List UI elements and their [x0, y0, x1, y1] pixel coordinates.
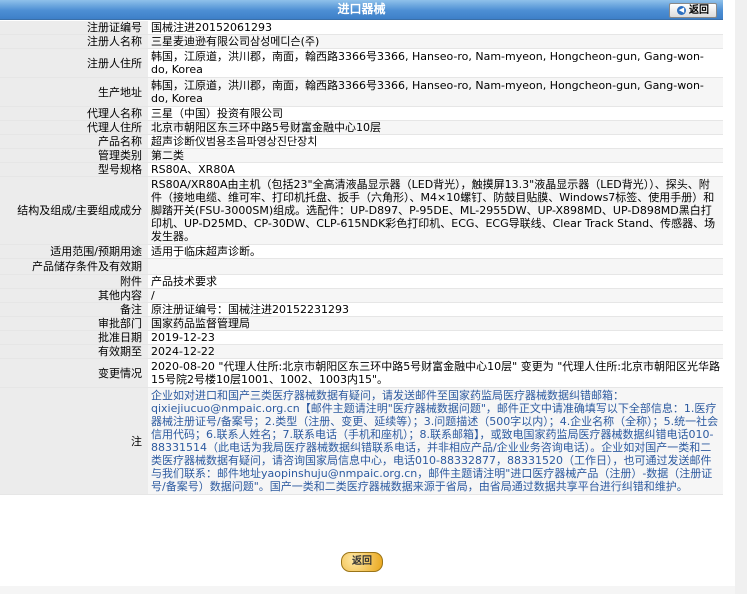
back-button-bottom-label: 返回: [352, 556, 372, 567]
row-management-class: 管理类别 第二类: [0, 148, 723, 163]
back-button-top[interactable]: ◀ 返回: [669, 3, 717, 18]
value-approval-date: 2019-12-23: [148, 330, 723, 345]
label-registrant-address: 注册人住所: [0, 48, 148, 78]
row-structure-composition: 结构及组成/主要组成成分 RS80A/XR80A由主机（包括23"全高清液晶显示…: [0, 176, 723, 245]
row-approval-dept: 审批部门 国家药品监督管理局: [0, 316, 723, 331]
value-remarks: 原注册证编号：国械注进20152231293: [148, 302, 723, 317]
value-model-spec: RS80A、XR80A: [148, 162, 723, 177]
value-note: 企业如对进口和国产三类医疗器械数据有疑问，请发送邮件至国家药监局医疗器械数据纠错…: [148, 387, 723, 495]
row-registrant-name: 注册人名称 三星麦迪逊有限公司삼성메디슨(주): [0, 34, 723, 49]
label-model-spec: 型号规格: [0, 162, 148, 177]
label-agent-address: 代理人住所: [0, 120, 148, 135]
value-agent-address: 北京市朝阳区东三环中路5号财富金融中心10层: [148, 120, 723, 135]
vertical-scrollbar[interactable]: [735, 0, 747, 594]
label-note: 注: [0, 387, 148, 495]
row-registrant-address: 注册人住所 韩国，江原道，洪川郡，南面，翰西路3366号3366, Hanseo…: [0, 48, 723, 78]
row-agent-address: 代理人住所 北京市朝阳区东三环中路5号财富金融中心10层: [0, 120, 723, 135]
row-approval-date: 批准日期 2019-12-23: [0, 330, 723, 345]
back-button-bottom[interactable]: 返回: [341, 552, 383, 572]
label-registration-number: 注册证编号: [0, 21, 148, 35]
row-production-address: 生产地址 韩国，江原道，洪川郡，南面，翰西路3366号3366, Hanseo-…: [0, 77, 723, 107]
label-product-name: 产品名称: [0, 134, 148, 149]
page: 进口器械 ◀ 返回 注册证编号 国械注进20152061293 注册人名称 三星…: [0, 0, 747, 594]
label-change-history: 变更情况: [0, 358, 148, 388]
row-note: 注 企业如对进口和国产三类医疗器械数据有疑问，请发送邮件至国家药监局医疗器械数据…: [0, 387, 723, 495]
value-attachment: 产品技术要求: [148, 274, 723, 289]
label-production-address: 生产地址: [0, 77, 148, 107]
value-product-name: 超声诊断仪범용초음파영상진단장치: [148, 134, 723, 149]
value-change-history: 2020-08-20 "代理人住所:北京市朝阳区东三环中路5号财富金融中心10层…: [148, 358, 723, 388]
label-approval-dept: 审批部门: [0, 316, 148, 331]
value-approval-dept: 国家药品监督管理局: [148, 316, 723, 331]
row-agent-name: 代理人名称 三星（中国）投资有限公司: [0, 106, 723, 121]
row-product-name: 产品名称 超声诊断仪범용초음파영상진단장치: [0, 134, 723, 149]
row-intended-use: 适用范围/预期用途 适用于临床超声诊断。: [0, 244, 723, 259]
label-other-content: 其他内容: [0, 288, 148, 303]
page-title: 进口器械: [337, 2, 386, 16]
value-storage-validity: [148, 258, 723, 275]
back-arrow-icon: ◀: [677, 6, 686, 15]
value-production-address: 韩国，江原道，洪川郡，南面，翰西路3366号3366, Hanseo-ro, N…: [148, 77, 723, 107]
row-other-content: 其他内容 /: [0, 288, 723, 303]
value-management-class: 第二类: [148, 148, 723, 163]
value-intended-use: 适用于临床超声诊断。: [148, 244, 723, 259]
label-valid-until: 有效期至: [0, 344, 148, 359]
label-agent-name: 代理人名称: [0, 106, 148, 121]
label-structure-composition: 结构及组成/主要组成成分: [0, 176, 148, 245]
value-registrant-address: 韩国，江原道，洪川郡，南面，翰西路3366号3366, Hanseo-ro, N…: [148, 48, 723, 78]
label-intended-use: 适用范围/预期用途: [0, 244, 148, 259]
label-management-class: 管理类别: [0, 148, 148, 163]
horizontal-scrollbar[interactable]: [0, 586, 735, 594]
row-model-spec: 型号规格 RS80A、XR80A: [0, 162, 723, 177]
label-registrant-name: 注册人名称: [0, 34, 148, 49]
label-storage-validity: 产品储存条件及有效期: [0, 258, 148, 275]
value-valid-until: 2024-12-22: [148, 344, 723, 359]
label-attachment: 附件: [0, 274, 148, 289]
value-registration-number: 国械注进20152061293: [148, 21, 723, 35]
row-attachment: 附件 产品技术要求: [0, 274, 723, 289]
row-registration-number: 注册证编号 国械注进20152061293: [0, 21, 723, 35]
row-change-history: 变更情况 2020-08-20 "代理人住所:北京市朝阳区东三环中路5号财富金融…: [0, 358, 723, 388]
value-other-content: /: [148, 288, 723, 303]
value-registrant-name: 三星麦迪逊有限公司삼성메디슨(주): [148, 34, 723, 49]
back-button-label: 返回: [689, 5, 709, 16]
row-remarks: 备注 原注册证编号：国械注进20152231293: [0, 302, 723, 317]
title-bar: 进口器械 ◀ 返回: [0, 0, 723, 20]
row-valid-until: 有效期至 2024-12-22: [0, 344, 723, 359]
label-approval-date: 批准日期: [0, 330, 148, 345]
row-storage-validity: 产品储存条件及有效期: [0, 258, 723, 275]
value-structure-composition: RS80A/XR80A由主机（包括23"全高清液晶显示器（LED背光），触摸屏1…: [148, 176, 723, 245]
label-remarks: 备注: [0, 302, 148, 317]
info-table: 注册证编号 国械注进20152061293 注册人名称 三星麦迪逊有限公司삼성메…: [0, 21, 723, 495]
value-agent-name: 三星（中国）投资有限公司: [148, 106, 723, 121]
